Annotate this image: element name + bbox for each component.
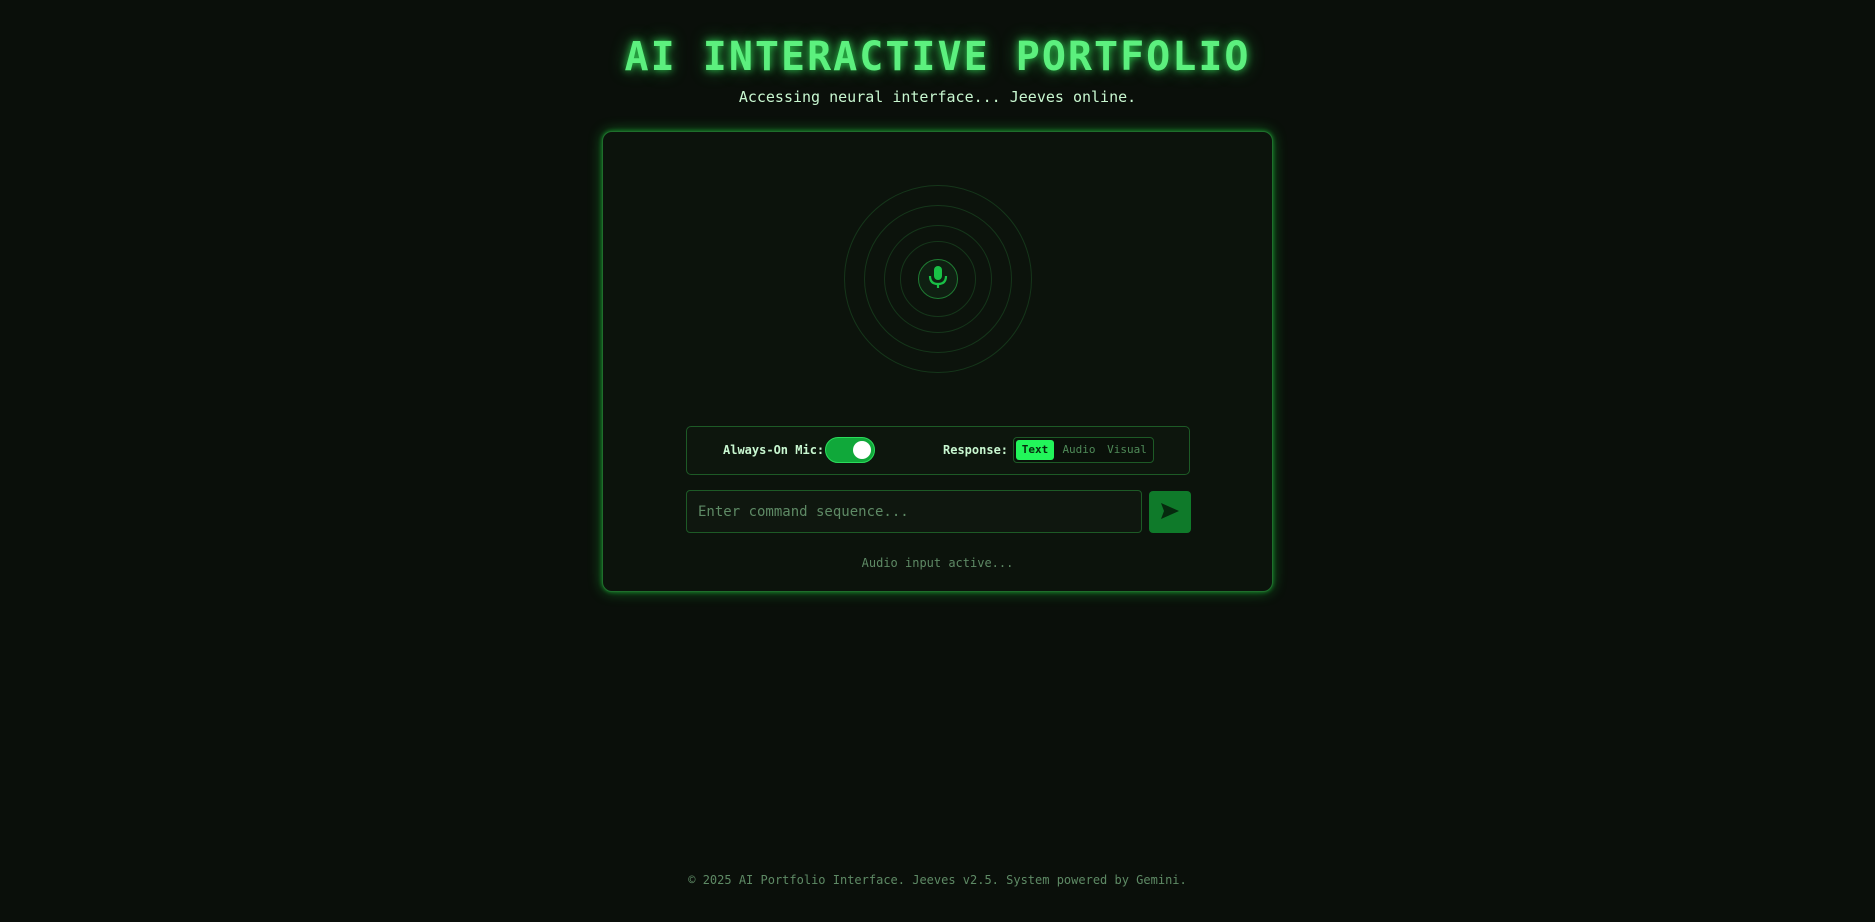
response-label: Response: (943, 443, 1009, 457)
mic-button[interactable] (918, 259, 958, 299)
voice-visualizer (844, 185, 1032, 373)
controls-bar: Always-On Mic: Response: Text Audio Visu… (686, 426, 1190, 475)
toggle-knob (853, 441, 871, 459)
main-panel: Always-On Mic: Response: Text Audio Visu… (602, 131, 1273, 592)
page-title: AI INTERACTIVE PORTFOLIO (624, 34, 1251, 80)
status-text: Audio input active... (861, 556, 1014, 570)
response-mode-text[interactable]: Text (1016, 440, 1054, 460)
response-mode-visual[interactable]: Visual (1103, 440, 1151, 460)
footer-text: © 2025 AI Portfolio Interface. Jeeves v2… (688, 873, 1187, 887)
response-mode-audio[interactable]: Audio (1058, 440, 1100, 460)
page: AI INTERACTIVE PORTFOLIO Accessing neura… (0, 0, 1875, 922)
send-button[interactable] (1149, 491, 1191, 533)
always-on-mic-label: Always-On Mic: (723, 443, 825, 457)
response-mode-selector: Text Audio Visual (1013, 437, 1154, 463)
microphone-icon (927, 264, 949, 294)
always-on-mic-toggle[interactable] (825, 437, 875, 463)
page-subtitle: Accessing neural interface... Jeeves onl… (738, 88, 1137, 106)
send-arrow-icon (1160, 502, 1180, 523)
command-input[interactable] (686, 490, 1142, 533)
